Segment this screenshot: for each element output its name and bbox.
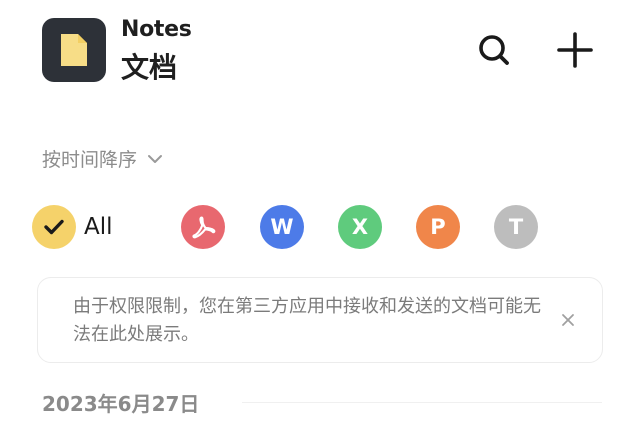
app-title-en: Notes [121,17,192,42]
notice-close-button[interactable] [556,308,580,332]
date-group-header: 2023年6月27日 [42,388,602,418]
file-type-filters: All W X P T [32,205,592,249]
chevron-down-icon [148,155,163,163]
pdf-icon [192,216,216,239]
permission-notice: 由于权限限制，您在第三方应用中接收和发送的文档可能无法在此处展示。 [37,277,603,363]
filter-excel[interactable]: X [338,205,382,249]
header: Notes 文档 [0,0,640,100]
plus-icon [557,32,593,68]
app-title-zh: 文档 [121,51,178,84]
sort-label: 按时间降序 [42,148,138,171]
close-icon [562,314,574,326]
filter-all-label: All [84,214,113,240]
filter-pdf[interactable] [181,205,225,249]
notice-text: 由于权限限制，您在第三方应用中接收和发送的文档可能无法在此处展示。 [73,296,541,345]
date-label: 2023年6月27日 [42,392,200,416]
filter-all-badge [32,205,76,249]
add-button[interactable] [553,28,597,72]
app-icon [42,18,106,82]
filter-all[interactable]: All [32,205,113,249]
filter-powerpoint[interactable]: P [416,205,460,249]
search-button[interactable] [472,28,516,72]
checkmark-icon [44,219,64,235]
filter-word[interactable]: W [260,205,304,249]
filter-text[interactable]: T [494,205,538,249]
document-icon [61,34,87,66]
search-icon [479,35,509,65]
sort-dropdown[interactable]: 按时间降序 [42,142,163,174]
date-divider [242,402,602,403]
